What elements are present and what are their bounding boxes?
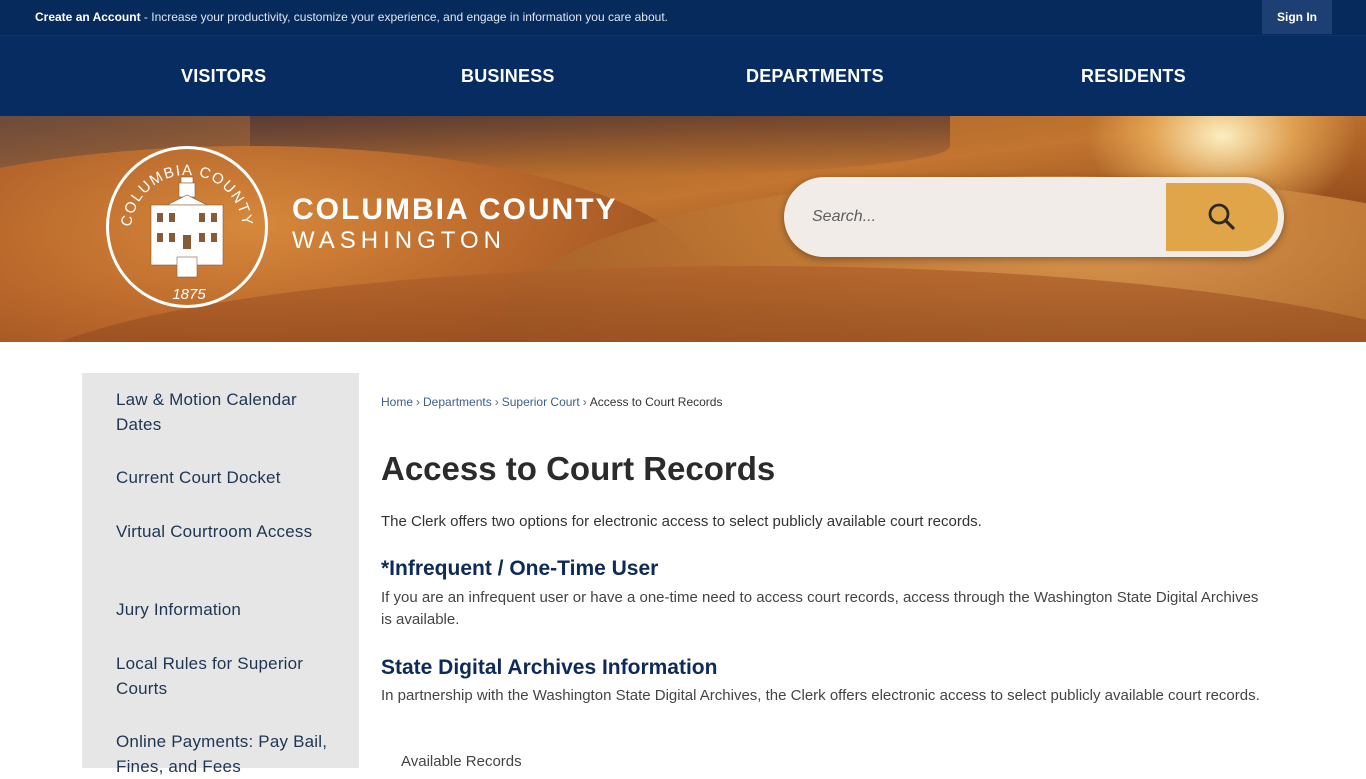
sidebar-item-virtual-courtroom[interactable]: Virtual Courtroom Access [116,519,336,544]
top-utility-bar: Create an Account - Increase your produc… [0,0,1366,36]
breadcrumb-current: Access to Court Records [589,395,723,409]
site-search [784,177,1284,257]
search-input[interactable] [812,197,1152,237]
sidebar-item-current-court-docket[interactable]: Current Court Docket [116,465,336,490]
nav-item-departments[interactable]: DEPARTMENTS [746,36,884,116]
sidebar-item-online-payments[interactable]: Online Payments: Pay Bail, Fines, and Fe… [116,729,336,779]
county-seal-logo[interactable]: COLUMBIA COUNTY 1875 [106,146,268,308]
sidebar-item-local-rules[interactable]: Local Rules for Superior Courts [116,651,336,701]
page-title: Access to Court Records [381,450,776,487]
promo-text: - Increase your productivity, customize … [140,10,668,24]
search-icon [1208,203,1235,230]
breadcrumb-separator: › [494,395,499,409]
sidebar-item-law-motion-calendar[interactable]: Law & Motion Calendar Dates [116,387,336,437]
main-navigation: VISITORS BUSINESS DEPARTMENTS RESIDENTS [0,36,1366,116]
county-brand-wordmark[interactable]: COLUMBIA COUNTY WASHINGTON [292,193,618,255]
breadcrumb-departments[interactable]: Departments [423,395,492,409]
courthouse-seal-icon: COLUMBIA COUNTY 1875 [118,162,254,303]
nav-item-residents[interactable]: RESIDENTS [1081,36,1186,116]
search-button[interactable] [1166,183,1278,251]
section-body-state-archives: In partnership with the Washington State… [381,687,1260,704]
breadcrumb: Home › Departments › Superior Court › Access t… [381,395,722,409]
intro-paragraph: The Clerk offers two options for electro… [381,513,982,530]
create-account-link[interactable]: Create an Account [35,10,141,24]
sign-in-button[interactable]: Sign In [1262,0,1332,34]
brand-county-name: COLUMBIA COUNTY [292,193,618,226]
breadcrumb-superior-court[interactable]: Superior Court [502,395,580,409]
section-heading-infrequent-user: *Infrequent / One-Time User [381,557,659,580]
sidebar-item-jury-information[interactable]: Jury Information [116,597,336,622]
sidebar-navigation: Law & Motion Calendar Dates Current Cour… [82,373,359,776]
nav-item-visitors[interactable]: VISITORS [181,36,266,116]
available-records-label[interactable]: Available Records [401,753,522,770]
seal-year: 1875 [172,286,206,303]
breadcrumb-separator: › [416,395,421,409]
section-heading-state-archives: State Digital Archives Information [381,656,718,679]
nav-item-business[interactable]: BUSINESS [461,36,555,116]
breadcrumb-separator: › [582,395,587,409]
breadcrumb-home[interactable]: Home [381,395,413,409]
account-promo: Create an Account - Increase your produc… [35,10,668,24]
section-body-infrequent-user: If you are an infrequent user or have a … [381,589,1259,628]
brand-state-name: WASHINGTON [292,227,507,254]
